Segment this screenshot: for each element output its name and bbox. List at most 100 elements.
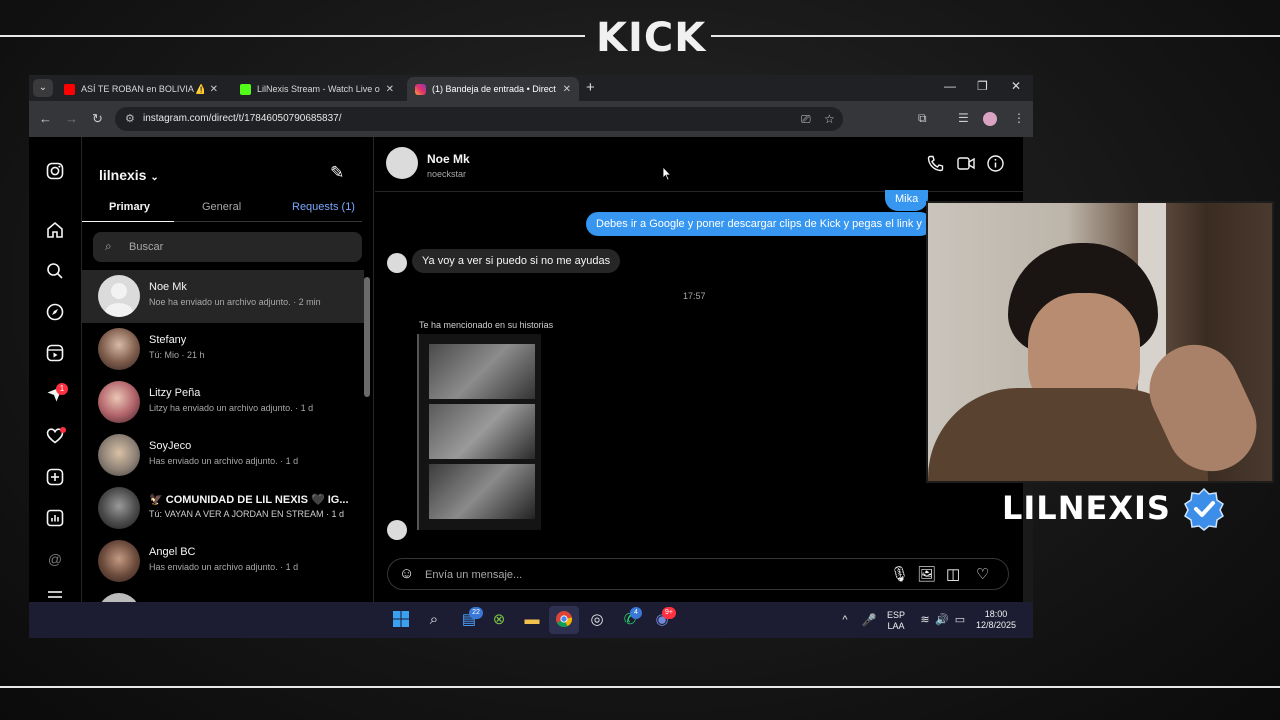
tab-primary[interactable]: Primary <box>109 201 150 213</box>
frame-line-top-right <box>711 35 1280 37</box>
kick-logo: KICK <box>596 15 707 61</box>
message-bubble-incoming[interactable]: Ya voy a ver si puedo si no me ayudas <box>412 249 621 273</box>
message-bubble-outgoing[interactable]: Debes ir a Google y poner descargar clip… <box>586 212 932 236</box>
windows-start-icon[interactable] <box>391 610 411 630</box>
tab-close-icon[interactable]: ✕ <box>563 84 571 95</box>
microphone-icon[interactable]: 🎙 <box>890 565 909 583</box>
avatar <box>387 520 407 540</box>
forward-icon[interactable]: → <box>65 111 78 126</box>
search-icon[interactable]: ⌕ <box>424 610 444 630</box>
clock[interactable]: 18:00 12/8/2025 <box>976 609 1016 631</box>
emoji-icon[interactable]: ☺ <box>399 565 414 582</box>
file-explorer-icon[interactable]: ▬ <box>522 610 542 630</box>
address-bar: ← → ↻ ⚙ instagram.com/direct/t/178460507… <box>29 101 1033 137</box>
info-icon[interactable] <box>987 155 1004 177</box>
conversation-item[interactable]: Noe Mk Noe ha enviado un archivo adjunto… <box>82 270 364 323</box>
account-switcher[interactable]: lilnexis ⌄ <box>99 167 159 183</box>
conversation-name: Litzy Peña <box>149 387 201 399</box>
site-info-icon[interactable]: ⚙ <box>125 112 135 125</box>
minimize-icon[interactable]: — <box>944 79 956 93</box>
explore-compass-icon[interactable] <box>45 303 65 323</box>
conversation-item-partial[interactable] <box>82 588 364 602</box>
search-input[interactable]: ⌕ Buscar <box>93 232 362 262</box>
tab-search-button[interactable]: ⌄ <box>33 79 53 97</box>
obs-icon[interactable]: ◎ <box>587 610 607 630</box>
avatar[interactable] <box>386 147 418 179</box>
video-call-icon[interactable] <box>957 155 975 177</box>
conversation-preview: Has enviado un archivo adjunto. · 1 d <box>149 456 299 466</box>
story-frame <box>429 344 535 399</box>
message-bubble-outgoing[interactable]: Mika <box>885 190 929 211</box>
back-icon[interactable]: ← <box>39 111 52 126</box>
maximize-icon[interactable]: ❐ <box>977 79 988 93</box>
create-plus-icon[interactable] <box>45 468 65 488</box>
conversation-name: Noe Mk <box>149 281 187 293</box>
conversation-item[interactable]: 🦅 COMUNIDAD DE LIL NEXIS 🖤 IG... Tú: VAY… <box>82 482 364 535</box>
threads-icon[interactable]: @ <box>45 549 65 569</box>
dashboard-chart-icon[interactable] <box>45 509 65 529</box>
tab-close-icon[interactable]: ✕ <box>210 84 218 95</box>
conversation-preview: Litzy ha enviado un archivo adjunto. · 1… <box>149 403 314 413</box>
chrome-icon[interactable] <box>554 610 574 630</box>
thread-contact-name[interactable]: Noe Mk <box>427 152 470 166</box>
conversation-name: 🦅 COMUNIDAD DE LIL NEXIS 🖤 IG... <box>149 494 349 506</box>
search-placeholder: Buscar <box>129 241 164 253</box>
verified-badge-icon <box>1184 487 1224 531</box>
search-icon: ⌕ <box>105 239 112 253</box>
inbox-scrollbar[interactable] <box>364 277 370 397</box>
tab-instagram[interactable]: (1) Bandeja de entrada • Direct ✕ <box>407 77 579 101</box>
chevron-down-icon: ⌄ <box>150 172 159 183</box>
install-app-icon[interactable]: ⎚ <box>801 112 811 127</box>
media-control-icon[interactable]: ☰ <box>958 111 969 125</box>
xbox-icon[interactable]: ⊗ <box>489 610 509 630</box>
new-tab-button[interactable]: + <box>586 79 595 96</box>
conversation-preview: Tú: Mio · 21 h <box>149 350 205 360</box>
close-window-icon[interactable]: ✕ <box>1011 79 1021 93</box>
profile-avatar[interactable] <box>983 112 997 126</box>
home-icon[interactable] <box>45 221 65 241</box>
compose-icon[interactable]: ✎ <box>330 163 344 183</box>
url-text: instagram.com/direct/t/17846050790685837… <box>143 113 342 124</box>
tab-requests[interactable]: Requests (1) <box>292 201 355 213</box>
nav-rail: 1 @ <box>29 137 82 602</box>
thread-header: Noe Mk noeckstar <box>375 137 1033 192</box>
story-frame <box>429 404 535 459</box>
conversation-item[interactable]: SoyJeco Has enviado un archivo adjunto. … <box>82 429 364 482</box>
phone-call-icon[interactable] <box>927 155 944 177</box>
webcam-feed <box>926 201 1274 483</box>
microphone-tray-icon[interactable]: 🎤 <box>859 610 879 630</box>
url-field[interactable]: ⚙ instagram.com/direct/t/178460507906858… <box>115 107 843 131</box>
extensions-icon[interactable]: ⧉ <box>918 111 927 126</box>
gallery-image-icon[interactable]: 🖼 <box>917 565 936 583</box>
volume-icon[interactable]: 🔊 <box>932 610 952 630</box>
avatar <box>98 593 140 602</box>
search-icon[interactable] <box>45 262 65 282</box>
conversation-item[interactable]: Angel BC Has enviado un archivo adjunto.… <box>82 535 364 588</box>
avatar <box>98 328 140 370</box>
instagram-logo-icon[interactable] <box>45 162 65 182</box>
tray-overflow-chevron-icon[interactable]: ^ <box>835 610 855 630</box>
tab-youtube[interactable]: ASÍ TE ROBAN en BOLIVIA ⚠️ ✕ <box>56 77 226 101</box>
conversation-preview: Has enviado un archivo adjunto. · 1 d <box>149 562 299 572</box>
conversation-item[interactable]: Stefany Tú: Mio · 21 h <box>82 323 364 376</box>
tab-general[interactable]: General <box>202 201 241 213</box>
conversation-name: SoyJeco <box>149 440 192 452</box>
input-language[interactable]: ESP LAA <box>887 610 905 632</box>
menu-kebab-icon[interactable]: ⋮ <box>1013 111 1025 125</box>
story-mention-note: Te ha mencionado en su historias <box>419 320 554 330</box>
conversation-item[interactable]: Litzy Peña Litzy ha enviado un archivo a… <box>82 376 364 429</box>
reels-icon[interactable] <box>45 344 65 364</box>
tab-strip: ⌄ ASÍ TE ROBAN en BOLIVIA ⚠️ ✕ LilNexis … <box>29 75 1033 101</box>
bookmark-star-icon[interactable]: ☆ <box>824 112 835 126</box>
sticker-icon[interactable]: ◫ <box>946 565 960 583</box>
tab-close-icon[interactable]: ✕ <box>386 84 394 95</box>
frame-line-bottom <box>0 686 1280 688</box>
discord-badge: 9+ <box>662 607 676 619</box>
like-heart-icon[interactable]: ♡ <box>976 565 989 583</box>
battery-icon[interactable]: ▭ <box>950 610 970 630</box>
story-mention-thumbnail[interactable] <box>417 334 541 530</box>
message-composer[interactable]: ☺ Envía un mensaje... 🎙 🖼 ◫ ♡ <box>387 558 1009 590</box>
messages-badge: 1 <box>56 383 68 395</box>
reload-icon[interactable]: ↻ <box>92 111 103 127</box>
tab-kick-stream[interactable]: LilNexis Stream - Watch Live on ✕ <box>232 77 402 101</box>
